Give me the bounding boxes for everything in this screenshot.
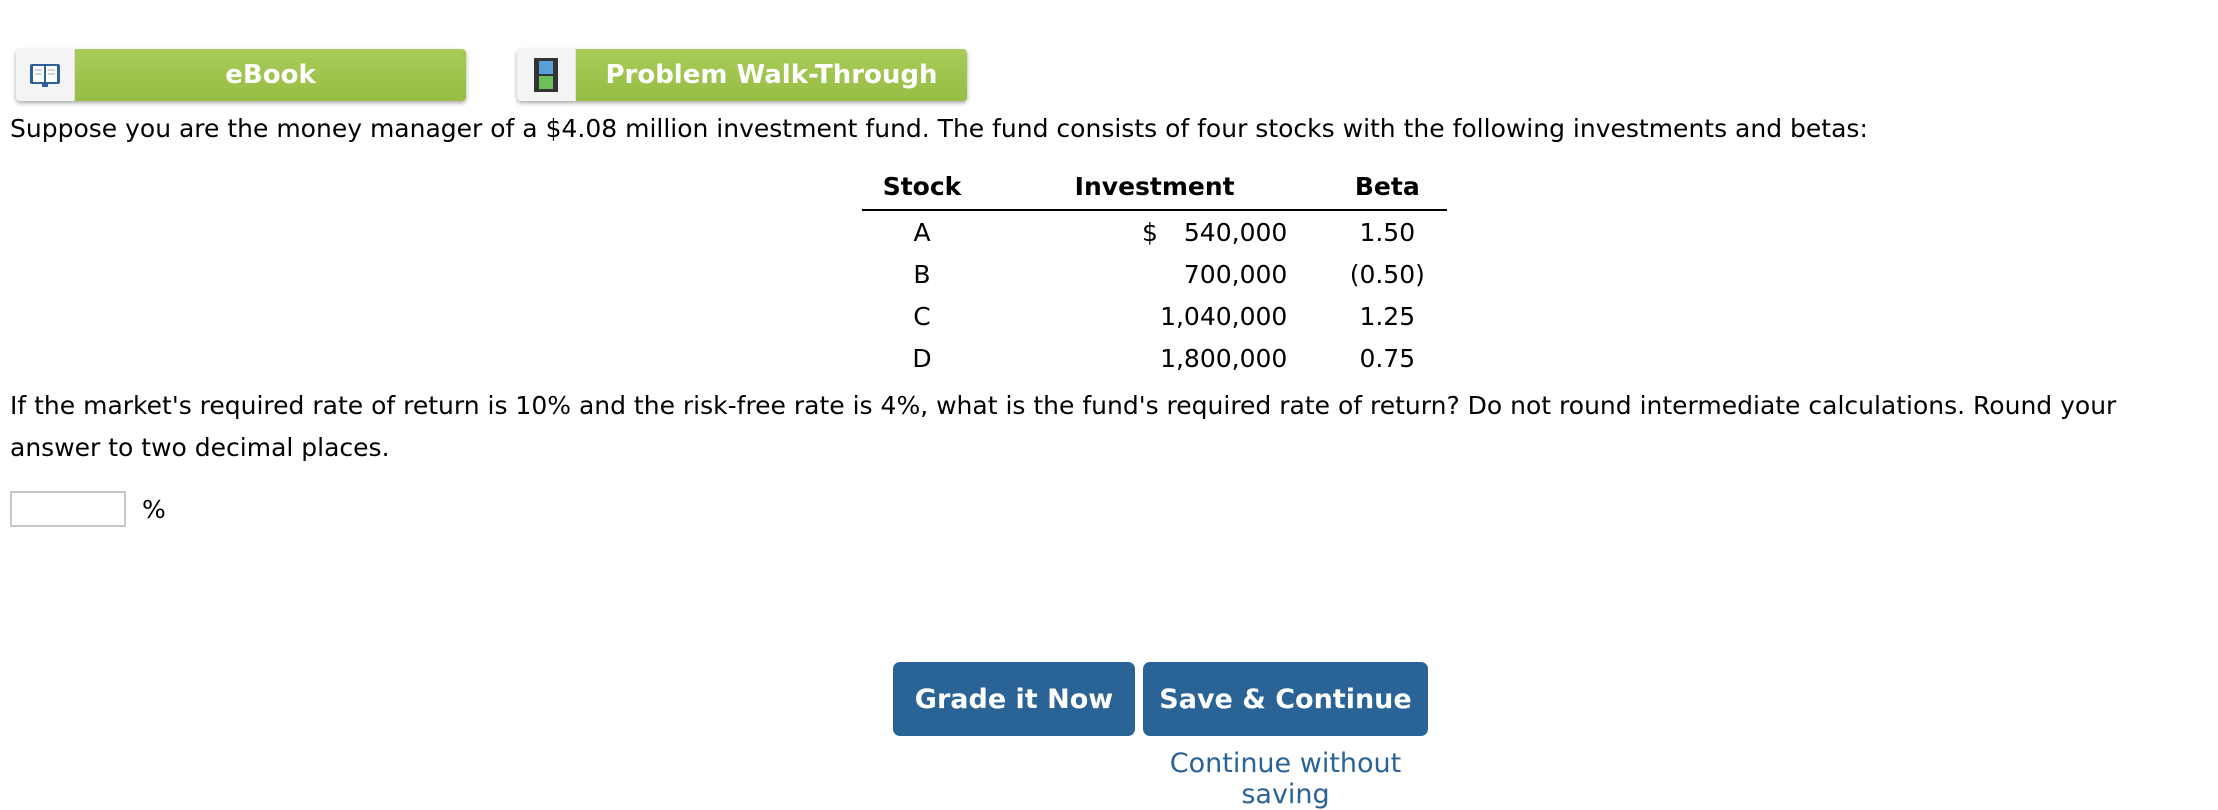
investment-cell: 1,800,000 [1160, 343, 1288, 373]
header-beta: Beta [1327, 172, 1448, 211]
header-stock: Stock [862, 172, 982, 211]
table-row: B 700,000 (0.50) [862, 253, 1447, 295]
investment-cell: 1,040,000 [1160, 301, 1288, 331]
investment-cell: $540,000 [982, 210, 1327, 253]
film-icon [517, 49, 576, 101]
beta-cell: 1.50 [1359, 217, 1416, 247]
currency-symbol: $ [1142, 217, 1158, 247]
beta-cell: 1.25 [1359, 301, 1416, 331]
table-row: D 1,800,000 0.75 [862, 337, 1447, 379]
investment-cell: 700,000 [1183, 259, 1288, 289]
table-header-row: Stock Investment Beta [862, 172, 1448, 211]
table-row: A $540,000 1.50 [862, 210, 1447, 253]
table-row: C 1,040,000 1.25 [862, 295, 1447, 337]
grade-it-now-button[interactable]: Grade it Now [893, 662, 1135, 736]
answer-input[interactable] [10, 491, 126, 527]
problem-walkthrough-button[interactable]: Problem Walk-Through [517, 49, 967, 101]
book-icon [16, 49, 75, 101]
ebook-button[interactable]: eBook [16, 49, 466, 101]
save-and-continue-button[interactable]: Save & Continue [1143, 662, 1428, 736]
walkthrough-label: Problem Walk-Through [576, 49, 967, 101]
question-text: If the market's required rate of return … [10, 391, 2117, 462]
stock-cell: B [913, 259, 931, 289]
investment-value: 540,000 [1183, 217, 1288, 247]
percent-unit: % [142, 494, 166, 524]
beta-cell: 0.75 [1359, 343, 1416, 373]
answer-row: % [10, 491, 166, 527]
beta-cell: (0.50) [1349, 259, 1425, 289]
header-investment: Investment [982, 172, 1328, 211]
ebook-label: eBook [75, 49, 466, 101]
investments-table: Stock Investment Beta A $540,000 1.50 B … [862, 172, 1448, 379]
stock-cell: A [913, 217, 931, 247]
problem-intro: Suppose you are the money manager of a $… [10, 114, 1868, 143]
continue-without-saving-link[interactable]: Continue without saving [1143, 748, 1428, 810]
stock-cell: D [912, 343, 932, 373]
stock-cell: C [913, 301, 931, 331]
